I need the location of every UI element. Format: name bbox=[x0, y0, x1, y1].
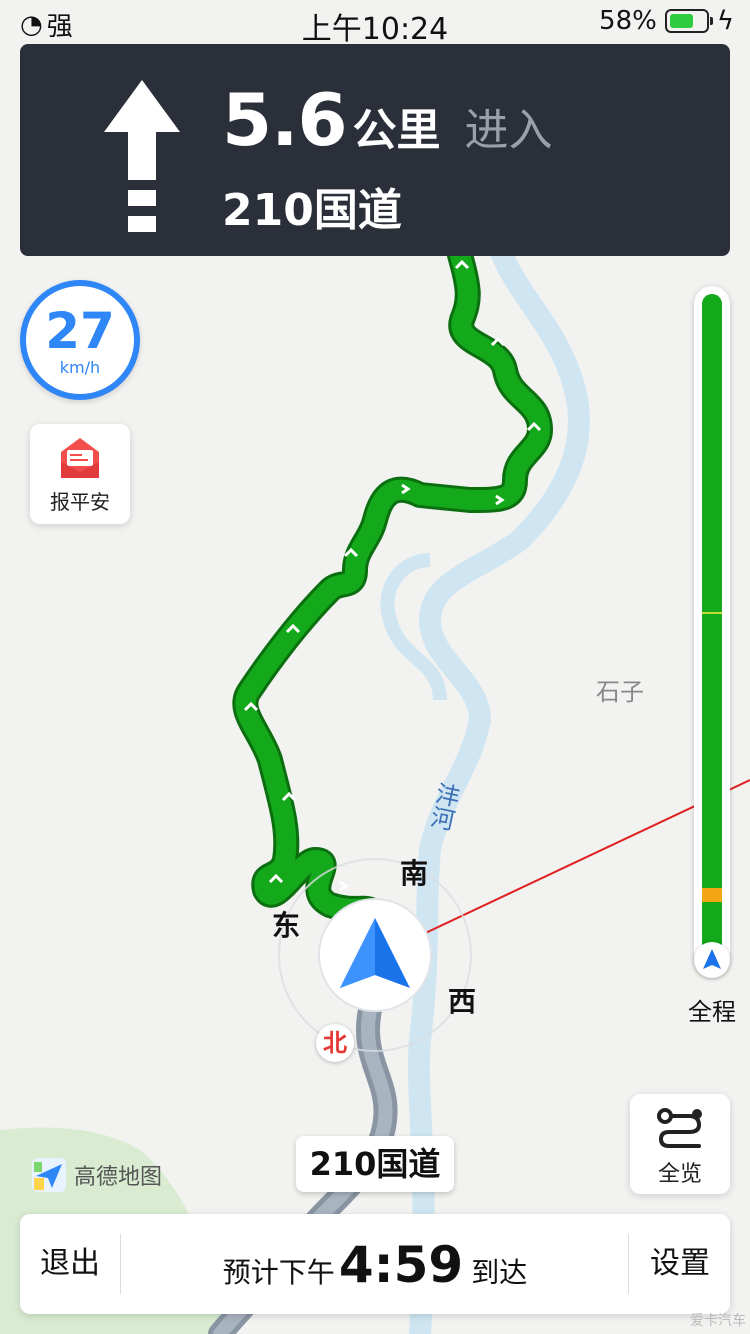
current-road-label: 210国道 bbox=[296, 1136, 454, 1192]
overview-label: 全览 bbox=[657, 1162, 702, 1187]
route-overview-icon bbox=[657, 1108, 702, 1148]
logo-text: 高德地图 bbox=[74, 1165, 163, 1190]
envelope-icon bbox=[61, 438, 99, 478]
route-progress-bar[interactable] bbox=[694, 286, 730, 978]
amap-logo-icon bbox=[32, 1158, 66, 1192]
eta-info[interactable]: 预计下午 4:59 到达 bbox=[130, 1214, 620, 1314]
guidance-action: 进入 bbox=[464, 105, 553, 156]
speedometer: 27 km/h bbox=[20, 280, 140, 400]
report-safe-label: 报平安 bbox=[50, 490, 110, 514]
compass-east: 东 bbox=[272, 909, 301, 942]
eta-time: 4:59 bbox=[338, 1236, 464, 1294]
turn-guidance-panel[interactable]: 5.6 公里 进入 210国道 bbox=[20, 44, 730, 256]
eta-prefix: 预计下午 bbox=[222, 1256, 335, 1289]
compass-south: 南 bbox=[400, 857, 429, 890]
distance-value: 5.6 bbox=[222, 78, 348, 162]
compass-west: 西 bbox=[448, 985, 477, 1018]
next-road-name: 210国道 bbox=[222, 185, 402, 236]
traffic-segment-light bbox=[702, 612, 722, 614]
battery-icon bbox=[664, 9, 713, 33]
report-safe-button[interactable]: 报平安 bbox=[30, 424, 130, 524]
eta-suffix: 到达 bbox=[471, 1256, 528, 1289]
traffic-segment-slow bbox=[702, 888, 722, 902]
compass-north[interactable]: 北 bbox=[316, 1024, 354, 1062]
progress-label: 全程 bbox=[688, 998, 736, 1026]
distance-unit: 公里 bbox=[352, 105, 441, 156]
bottom-nav-bar: 退出 预计下午 4:59 到达 设置 bbox=[20, 1214, 730, 1314]
divider bbox=[120, 1234, 121, 1294]
battery-percent: 58% bbox=[599, 6, 657, 36]
straight-arrow-icon bbox=[104, 80, 180, 232]
progress-car-marker bbox=[694, 942, 730, 978]
progress-track bbox=[702, 294, 722, 954]
navigation-arrow-icon bbox=[703, 949, 721, 969]
amap-logo: 高德地图 bbox=[30, 1156, 162, 1194]
status-bar: ◔ 强 上午10:24 58% ϟ bbox=[0, 0, 750, 47]
divider bbox=[628, 1234, 629, 1294]
charging-icon: ϟ bbox=[716, 6, 734, 36]
speed-unit: km/h bbox=[59, 358, 101, 377]
settings-button[interactable]: 设置 bbox=[630, 1214, 730, 1314]
speed-value: 27 bbox=[45, 302, 115, 360]
route-overview-button[interactable]: 全览 bbox=[630, 1094, 730, 1194]
place-label: 石子 bbox=[596, 678, 644, 706]
watermark: 爱卡汽车 bbox=[690, 1313, 746, 1329]
exit-button[interactable]: 退出 bbox=[20, 1214, 120, 1314]
